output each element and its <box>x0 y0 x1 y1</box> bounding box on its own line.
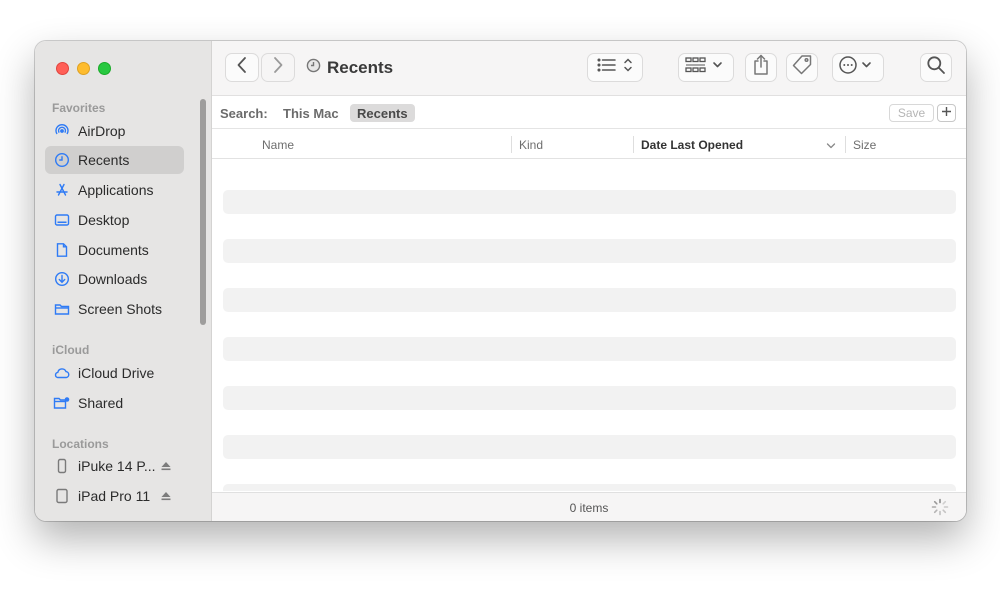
more-actions-button[interactable] <box>832 53 884 82</box>
sidebar-item-label: Documents <box>78 242 149 258</box>
chevron-right-icon <box>272 56 284 79</box>
window-title: Recents <box>306 58 393 78</box>
sidebar-item-downloads[interactable]: Downloads <box>45 265 184 293</box>
desktop-icon <box>53 211 71 229</box>
placeholder-row <box>223 239 956 263</box>
sidebar-item-documents[interactable]: Documents <box>45 236 184 264</box>
shared-folder-icon <box>53 394 71 412</box>
tag-icon <box>791 54 813 81</box>
add-criteria-button[interactable] <box>937 104 956 122</box>
sidebar-item-label: Recents <box>78 152 130 168</box>
sidebar-item-label: iCloud Drive <box>78 365 155 381</box>
eject-icon[interactable] <box>160 489 172 505</box>
sidebar-item-label: iPuke 14 P... <box>78 458 156 474</box>
sidebar-item-recents[interactable]: Recents <box>45 146 184 174</box>
folder-icon <box>53 300 71 318</box>
sidebar-item-label: AirDrop <box>78 123 126 139</box>
share-icon <box>752 54 770 81</box>
tag-button[interactable] <box>786 53 818 82</box>
status-bar: 0 items <box>212 492 966 521</box>
close-window-button[interactable] <box>56 62 69 75</box>
column-name[interactable]: Name <box>262 138 294 152</box>
minimize-window-button[interactable] <box>77 62 90 75</box>
group-button[interactable] <box>678 53 734 82</box>
sidebar-item-label: iPad Pro 11 <box>78 488 151 504</box>
toolbar: Recents <box>212 41 966 96</box>
sidebar-item-label: Applications <box>78 182 154 198</box>
finder-window: Favorites AirDrop Recents Applications D… <box>35 41 966 521</box>
ellipsis-circle-icon <box>838 55 878 80</box>
sidebar-section-locations: Locations <box>52 437 109 451</box>
list-view-icon <box>596 56 634 79</box>
placeholder-row <box>223 484 956 491</box>
airdrop-icon <box>53 122 71 140</box>
search-button[interactable] <box>920 53 952 82</box>
back-button[interactable] <box>225 53 259 82</box>
sidebar-item-desktop[interactable]: Desktop <box>45 206 184 234</box>
download-icon <box>53 270 71 288</box>
sidebar-scrollbar[interactable] <box>200 99 206 325</box>
column-divider[interactable] <box>511 136 512 153</box>
document-icon <box>53 241 71 259</box>
sidebar: Favorites AirDrop Recents Applications D… <box>35 41 212 521</box>
placeholder-row <box>223 435 956 459</box>
sort-descending-icon <box>826 139 836 153</box>
column-kind[interactable]: Kind <box>519 138 543 152</box>
save-search-button[interactable]: Save <box>889 104 934 122</box>
eject-icon[interactable] <box>160 459 172 475</box>
forward-button[interactable] <box>261 53 295 82</box>
scope-recents[interactable]: Recents <box>350 104 415 122</box>
zoom-window-button[interactable] <box>98 62 111 75</box>
search-scope-bar: Search: This Mac Recents Save <box>212 97 966 129</box>
sidebar-item-label: Screen Shots <box>78 301 163 317</box>
clock-icon <box>53 151 71 169</box>
column-divider[interactable] <box>633 136 634 153</box>
sidebar-item-airdrop[interactable]: AirDrop <box>45 117 184 145</box>
loading-spinner-icon <box>931 498 949 521</box>
sidebar-item-iphone[interactable]: iPuke 14 P... <box>45 452 184 480</box>
clock-icon <box>306 58 321 78</box>
cloud-icon <box>53 364 71 382</box>
scope-this-mac[interactable]: This Mac <box>283 106 339 121</box>
search-icon <box>926 55 946 80</box>
column-size[interactable]: Size <box>853 138 876 152</box>
main-pane: Recents Search: This Mac Recents Save Na… <box>212 41 966 521</box>
sidebar-item-ipad[interactable]: iPad Pro 11 <box>45 482 184 510</box>
sidebar-item-label: Downloads <box>78 271 148 287</box>
view-options-button[interactable] <box>587 53 643 82</box>
sidebar-item-label: Shared <box>78 395 124 411</box>
ipad-icon <box>53 487 71 505</box>
placeholder-row <box>223 288 956 312</box>
sidebar-section-icloud: iCloud <box>52 343 90 357</box>
column-date-last-opened[interactable]: Date Last Opened <box>641 138 743 152</box>
placeholder-row <box>223 190 956 214</box>
sidebar-item-label: Desktop <box>78 212 130 228</box>
column-header: Name Kind Date Last Opened Size <box>212 130 966 159</box>
sidebar-section-favorites: Favorites <box>52 101 106 115</box>
file-list[interactable] <box>212 160 966 491</box>
placeholder-row <box>223 337 956 361</box>
window-controls <box>56 62 111 75</box>
item-count: 0 items <box>569 501 609 515</box>
sidebar-item-icloud-drive[interactable]: iCloud Drive <box>45 359 184 387</box>
search-label: Search: <box>220 106 268 121</box>
iphone-icon <box>53 457 71 475</box>
window-title-text: Recents <box>327 58 394 77</box>
sidebar-item-applications[interactable]: Applications <box>45 176 184 204</box>
placeholder-row <box>223 386 956 410</box>
plus-icon <box>941 104 952 122</box>
chevron-left-icon <box>236 56 248 79</box>
share-button[interactable] <box>745 53 777 82</box>
group-grid-icon <box>684 56 728 79</box>
applications-icon <box>53 181 71 199</box>
sidebar-item-shared[interactable]: Shared <box>45 389 184 417</box>
sidebar-item-screen-shots[interactable]: Screen Shots <box>45 295 184 323</box>
column-divider[interactable] <box>845 136 846 153</box>
